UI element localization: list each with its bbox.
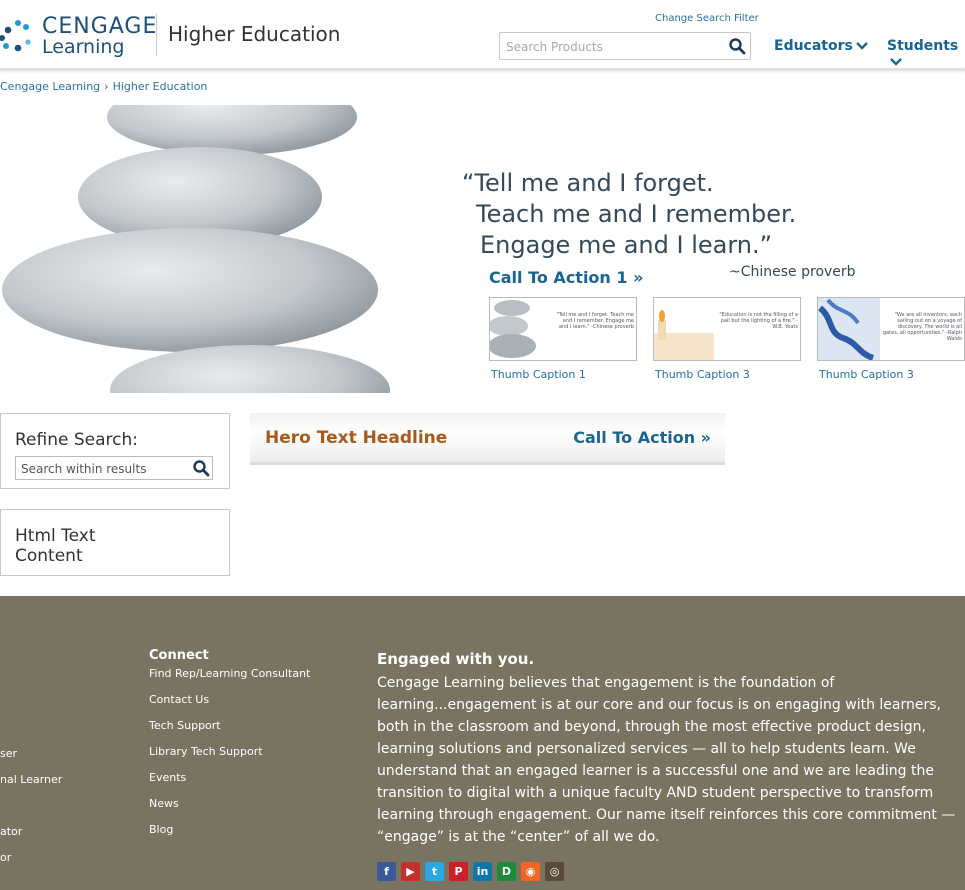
hero-quote: “Tell me and I forget. Teach me and I re…	[462, 168, 796, 261]
refine-search-title: Refine Search:	[15, 430, 138, 450]
double-chevron-right-icon: »	[633, 268, 644, 287]
site-header: CENGAGE Learning Higher Education Change…	[0, 0, 965, 71]
footer-link-events[interactable]: Events	[149, 771, 310, 797]
thumbnail-1-caption[interactable]: Thumb Caption 1	[491, 368, 586, 381]
footer-link-news[interactable]: News	[149, 797, 310, 823]
pinterest-icon[interactable]: P	[449, 862, 468, 881]
quote-line-2: Teach me and I remember.	[476, 200, 797, 228]
hero-text-headline: Hero Text Headline	[265, 428, 448, 448]
linkedin-icon[interactable]: in	[473, 862, 492, 881]
nav-educators-label: Educators	[774, 38, 853, 54]
footer-left-link-4[interactable]: or	[0, 851, 11, 864]
footer-left-link-2[interactable]: nal Learner	[0, 773, 62, 786]
product-search-box	[499, 32, 751, 60]
refine-search-input[interactable]	[19, 460, 193, 478]
breadcrumb-cengage-learning[interactable]: Cengage Learning	[0, 80, 100, 93]
quote-line-3: Engage me and I learn.”	[480, 231, 773, 259]
quote-source: ~Chinese proverb	[729, 264, 856, 280]
thumbnail-3-text: "We are all inventors, each sailing out …	[882, 312, 962, 342]
thumbnail-3[interactable]: "We are all inventors, each sailing out …	[817, 297, 965, 361]
call-to-action-1-link[interactable]: Call To Action 1 »	[489, 268, 643, 287]
thumbnail-1[interactable]: "Tell me and I forget. Teach me and I re…	[489, 297, 637, 361]
footer-link-tech-support[interactable]: Tech Support	[149, 719, 310, 745]
footer-connect-column: Connect Find Rep/Learning Consultant Con…	[149, 648, 310, 849]
refine-search-panel: Refine Search:	[0, 413, 230, 489]
header-divider	[156, 14, 157, 56]
logo-text-learning: Learning	[42, 36, 125, 58]
blog-icon[interactable]: D	[497, 862, 516, 881]
nav-educators[interactable]: Educators	[774, 38, 868, 54]
double-chevron-right-icon: »	[700, 428, 711, 447]
chevron-down-icon	[890, 58, 902, 66]
call-to-action-1-label: Call To Action 1	[489, 268, 628, 287]
call-to-action-label: Call To Action	[573, 428, 696, 447]
quote-line-1: “Tell me and I forget.	[462, 169, 714, 197]
rss-icon[interactable]: ◉	[521, 862, 540, 881]
footer-link-library-tech-support[interactable]: Library Tech Support	[149, 745, 310, 771]
nav-students[interactable]: Students	[887, 38, 965, 70]
breadcrumb-higher-education[interactable]: Higher Education	[113, 80, 208, 93]
breadcrumb-separator-icon: ›	[104, 80, 109, 93]
refine-search-box	[15, 456, 213, 480]
footer-left-link-1[interactable]: ser	[0, 747, 17, 760]
thumbnail-1-text: "Tell me and I forget. Teach me and I re…	[556, 312, 634, 330]
html-text-content-panel: Html Text Content	[0, 509, 230, 576]
breadcrumb: Cengage Learning › Higher Education	[0, 80, 207, 93]
nav-students-label: Students	[887, 38, 959, 54]
thumbnail-2-caption[interactable]: Thumb Caption 3	[655, 368, 750, 381]
stacked-stones-image	[2, 105, 390, 393]
instagram-icon[interactable]: ◎	[545, 862, 564, 881]
social-links: f ▶ t Pin D ◉ ◎	[377, 860, 569, 881]
footer-link-contact-us[interactable]: Contact Us	[149, 693, 310, 719]
engaged-heading: Engaged with you.	[377, 650, 535, 668]
search-icon[interactable]	[192, 459, 210, 477]
hero-text-bar: Hero Text Headline Call To Action »	[250, 413, 725, 465]
product-search-input[interactable]	[504, 37, 728, 57]
footer-link-blog[interactable]: Blog	[149, 823, 310, 849]
logo-mark-icon	[0, 20, 31, 52]
site-footer: ser nal Learner ator or Connect Find Rep…	[0, 596, 965, 890]
thumbnail-2[interactable]: "Education is not the filling of a pail …	[653, 297, 801, 361]
youtube-icon[interactable]: ▶	[401, 862, 420, 881]
footer-left-link-3[interactable]: ator	[0, 825, 22, 838]
twitter-icon[interactable]: t	[425, 862, 444, 881]
engaged-section: Engaged with you. Cengage Learning belie…	[377, 650, 965, 848]
facebook-icon[interactable]: f	[377, 862, 396, 881]
connect-heading: Connect	[149, 648, 209, 663]
footer-link-find-rep[interactable]: Find Rep/Learning Consultant	[149, 667, 310, 693]
site-title: Higher Education	[168, 22, 341, 46]
engaged-text: Cengage Learning believes that engagemen…	[377, 675, 956, 845]
thumbnail-2-text: "Education is not the filling of a pail …	[719, 312, 798, 330]
chevron-down-icon	[856, 42, 868, 50]
html-text-content: Html Text Content	[15, 526, 96, 566]
call-to-action-link[interactable]: Call To Action »	[573, 428, 711, 447]
search-icon[interactable]	[728, 37, 746, 55]
cengage-logo[interactable]: CENGAGE Learning	[0, 12, 156, 58]
thumbnail-3-caption[interactable]: Thumb Caption 3	[819, 368, 914, 381]
change-search-filter-link[interactable]: Change Search Filter	[655, 13, 759, 24]
